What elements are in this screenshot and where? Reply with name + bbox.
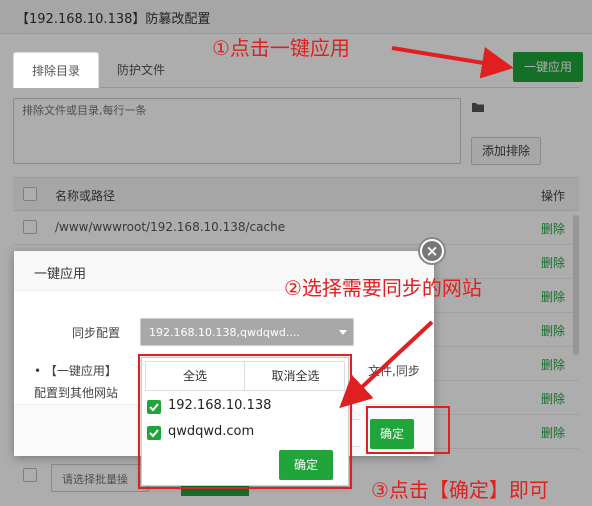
arrow-to-site-list (339, 320, 434, 409)
arrow-to-apply-button (391, 46, 514, 79)
tab-exclude-dirs[interactable]: 排除目录 (13, 52, 99, 88)
